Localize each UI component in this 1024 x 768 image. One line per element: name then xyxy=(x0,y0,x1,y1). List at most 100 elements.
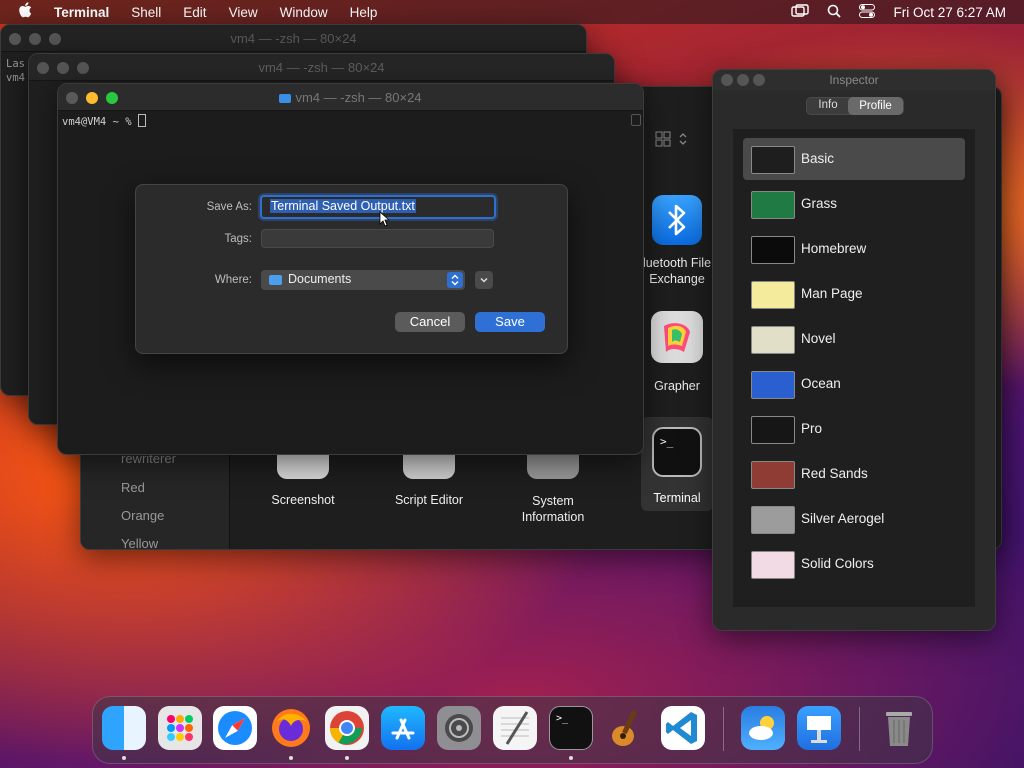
profile-name: Novel xyxy=(801,331,836,346)
save-button[interactable]: Save xyxy=(475,312,545,332)
app-label: Script Editor xyxy=(394,493,464,507)
apple-menu-icon[interactable] xyxy=(0,1,43,23)
folder-icon xyxy=(279,94,292,103)
save-as-text: Terminal Saved Output.txt xyxy=(270,199,416,213)
cancel-button[interactable]: Cancel xyxy=(395,312,465,332)
app-grapher[interactable]: Grapher xyxy=(641,311,713,397)
profile-swatch xyxy=(751,551,795,579)
tab-profile[interactable]: Profile xyxy=(848,97,903,115)
documents-folder-icon xyxy=(269,275,282,285)
window-title: vm4 — -zsh — 80×24 xyxy=(58,90,643,105)
profile-swatch xyxy=(751,191,795,219)
chevron-down-icon xyxy=(480,277,488,283)
profile-row-silver-aerogel[interactable]: Silver Aerogel xyxy=(743,498,965,540)
menu-bar: Terminal Shell Edit View Window Help Fri… xyxy=(0,0,1024,24)
profile-row-red-sands[interactable]: Red Sands xyxy=(743,453,965,495)
safari-icon[interactable] xyxy=(213,706,257,750)
profile-name: Red Sands xyxy=(801,466,868,481)
vscode-icon[interactable] xyxy=(661,706,705,750)
launchpad-icon[interactable] xyxy=(158,706,202,750)
profile-row-solid-colors[interactable]: Solid Colors xyxy=(743,543,965,585)
sidebar-tag-orange[interactable]: Orange xyxy=(121,508,164,523)
chrome-icon[interactable] xyxy=(325,706,369,750)
scrollbar[interactable] xyxy=(631,114,641,126)
profile-list: Basic Grass Homebrew Man Page Novel Ocea… xyxy=(733,129,975,607)
profile-name: Pro xyxy=(801,421,823,436)
firefox-icon[interactable] xyxy=(269,706,313,750)
profile-row-homebrew[interactable]: Homebrew xyxy=(743,228,965,270)
where-value: Documents xyxy=(288,272,352,286)
sidebar-tag-red[interactable]: Red xyxy=(121,480,145,495)
running-indicator xyxy=(122,756,126,760)
keynote-icon[interactable] xyxy=(797,706,841,750)
menu-app-name[interactable]: Terminal xyxy=(43,5,120,20)
profile-row-ocean[interactable]: Ocean xyxy=(743,363,965,405)
where-select[interactable]: Documents xyxy=(261,270,465,290)
profile-swatch xyxy=(751,281,795,309)
profile-swatch xyxy=(751,371,795,399)
menu-clock[interactable]: Fri Oct 27 6:27 AM xyxy=(893,5,1006,20)
menu-shell[interactable]: Shell xyxy=(120,5,172,20)
bluetooth-icon xyxy=(652,195,702,245)
tags-label: Tags: xyxy=(224,233,253,245)
profile-name: Silver Aerogel xyxy=(801,511,885,526)
sidebar-tag-yellow[interactable]: Yellow xyxy=(121,536,158,549)
profile-row-novel[interactable]: Novel xyxy=(743,318,965,360)
grapher-icon xyxy=(651,311,703,363)
profile-row-grass[interactable]: Grass xyxy=(743,183,965,225)
menu-window[interactable]: Window xyxy=(269,5,339,20)
app-terminal[interactable]: >_ Terminal xyxy=(641,417,713,511)
tab-info[interactable]: Info xyxy=(807,99,849,111)
inspector-tabs: Info Profile xyxy=(806,97,904,115)
dock: >_ xyxy=(92,696,933,764)
tags-input[interactable] xyxy=(261,229,494,248)
where-label: Where: xyxy=(214,274,252,286)
app-script-editor[interactable]: Script Editor xyxy=(381,447,477,507)
control-center-icon[interactable] xyxy=(859,3,876,21)
titlebar: vm4 — -zsh — 80×24 xyxy=(29,54,614,81)
terminal-prompt[interactable]: vm4@VM4 ~ % xyxy=(62,114,146,128)
save-as-input[interactable]: Terminal Saved Output.txt xyxy=(260,195,496,219)
save-as-label: Save As: xyxy=(206,201,252,213)
profile-name: Ocean xyxy=(801,376,841,391)
profile-name: Grass xyxy=(801,196,838,211)
system-settings-icon[interactable] xyxy=(437,706,481,750)
dock-separator xyxy=(859,707,860,751)
app-store-icon[interactable] xyxy=(381,706,425,750)
profile-row-basic[interactable]: Basic xyxy=(743,138,965,180)
profile-swatch xyxy=(751,326,795,354)
textedit-icon[interactable] xyxy=(493,706,537,750)
trash-icon[interactable] xyxy=(877,706,921,750)
profile-swatch xyxy=(751,506,795,534)
profile-row-pro[interactable]: Pro xyxy=(743,408,965,450)
app-label: Terminal xyxy=(653,491,701,505)
profile-name: Man Page xyxy=(801,286,863,301)
menu-help[interactable]: Help xyxy=(339,5,389,20)
window-title: vm4 — -zsh — 80×24 xyxy=(230,31,357,46)
view-options-icon[interactable] xyxy=(655,131,689,152)
app-bluetooth-file-exchange[interactable]: luetooth File Exchange xyxy=(641,195,713,305)
app-label: Grapher xyxy=(654,379,700,393)
window-title: vm4 — -zsh — 80×24 xyxy=(258,60,385,75)
garageband-icon[interactable] xyxy=(605,706,649,750)
screen-mirroring-icon[interactable] xyxy=(791,3,810,21)
running-indicator xyxy=(345,756,349,760)
app-screenshot[interactable]: Screenshot xyxy=(261,447,345,507)
terminal-app-icon: >_ xyxy=(652,427,702,477)
app-system-information[interactable]: System Information xyxy=(505,447,601,525)
titlebar: vm4 — -zsh — 80×24 xyxy=(1,25,586,52)
profile-row-man-page[interactable]: Man Page xyxy=(743,273,965,315)
finder-icon[interactable] xyxy=(102,706,146,750)
spotlight-search-icon[interactable] xyxy=(827,4,842,21)
expand-dialog-button[interactable] xyxy=(475,271,493,289)
menu-edit[interactable]: Edit xyxy=(172,5,217,20)
menu-view[interactable]: View xyxy=(218,5,269,20)
profile-name: Solid Colors xyxy=(801,556,874,571)
weather-icon[interactable] xyxy=(741,706,785,750)
terminal-icon[interactable]: >_ xyxy=(549,706,593,750)
profile-swatch xyxy=(751,416,795,444)
save-dialog: Save As: Terminal Saved Output.txt Tags:… xyxy=(135,184,568,354)
dock-separator xyxy=(723,707,724,751)
running-indicator xyxy=(289,756,293,760)
profile-swatch xyxy=(751,146,795,174)
